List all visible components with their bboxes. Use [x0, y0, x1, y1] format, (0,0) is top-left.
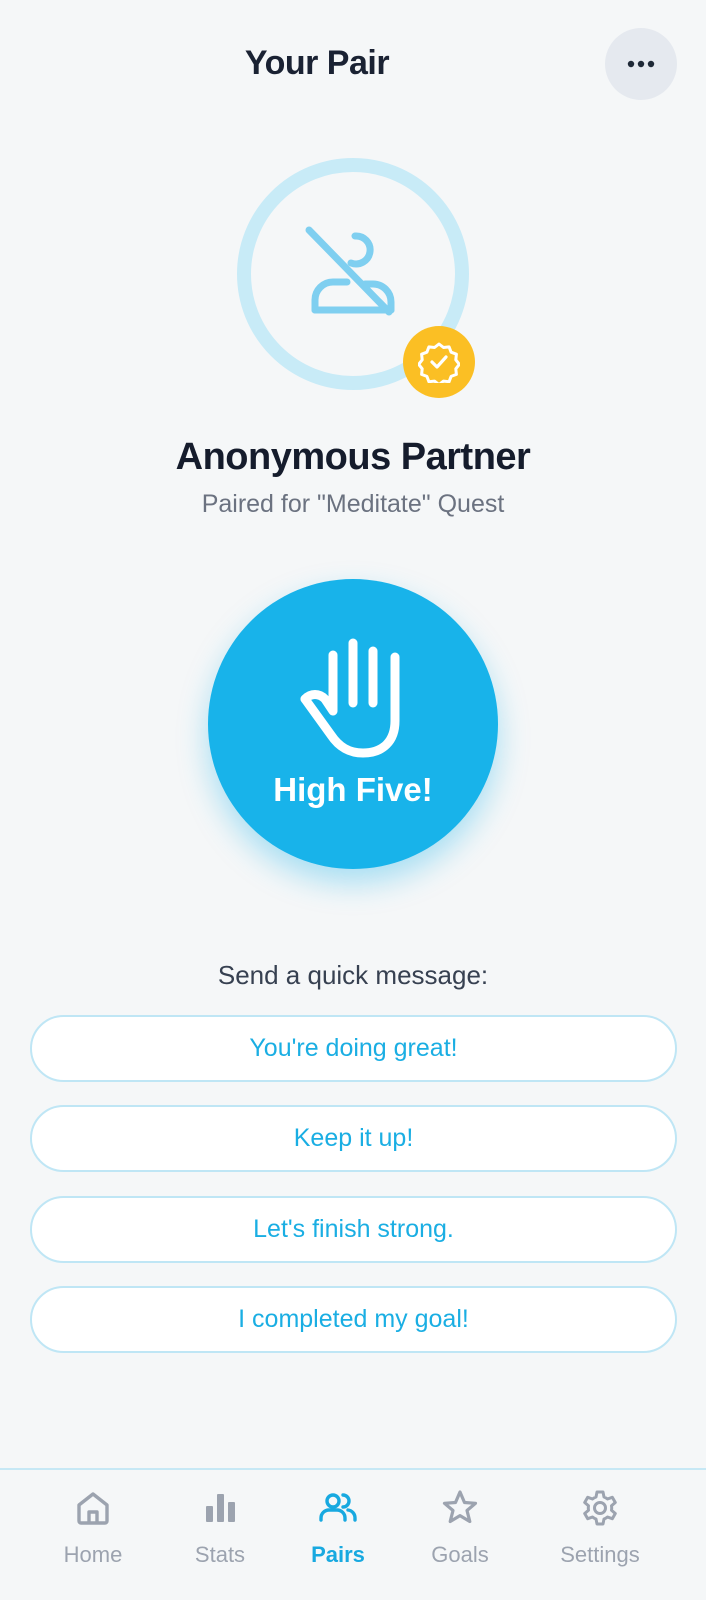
bar-chart-icon	[206, 1494, 235, 1522]
nav-label: Stats	[194, 1542, 246, 1567]
verified-badge-icon	[418, 342, 460, 383]
gear-icon	[583, 1490, 617, 1526]
nav-label: Home	[63, 1542, 123, 1567]
more-options-button[interactable]	[605, 28, 677, 100]
star-icon	[442, 1490, 478, 1524]
users-icon	[319, 1493, 357, 1522]
nav-item-home[interactable]: Home	[50, 1484, 136, 1584]
hand-icon	[300, 638, 400, 758]
nav-item-settings[interactable]: Settings	[550, 1484, 650, 1584]
high-five-label: High Five!	[273, 771, 433, 808]
high-five-button[interactable]: High Five!	[208, 579, 498, 869]
more-horizontal-icon	[627, 60, 655, 68]
nav-item-goals[interactable]: Goals	[418, 1484, 502, 1584]
quick-message-button[interactable]: Keep it up!	[30, 1105, 677, 1172]
quick-message-title: Send a quick message:	[217, 960, 489, 990]
nav-label: Pairs	[311, 1542, 365, 1567]
nav-item-stats[interactable]: Stats	[180, 1484, 260, 1584]
nav-item-pairs[interactable]: Pairs	[298, 1484, 378, 1584]
verified-badge	[403, 326, 475, 398]
home-icon	[77, 1492, 109, 1525]
nav-label: Settings	[560, 1542, 640, 1567]
page-title: Your Pair	[244, 44, 390, 82]
quick-message-button[interactable]: You're doing great!	[30, 1015, 677, 1082]
partner-avatar	[237, 158, 475, 398]
partner-name: Anonymous Partner	[175, 436, 531, 478]
partner-subtitle: Paired for "Meditate" Quest	[201, 490, 505, 518]
nav-label: Goals	[431, 1542, 489, 1567]
user-off-icon	[305, 226, 395, 316]
quick-message-button[interactable]: I completed my goal!	[30, 1286, 677, 1353]
header: Your Pair	[0, 0, 706, 130]
bottom-nav: Home Stats Pairs Goals Settings	[0, 1468, 706, 1600]
quick-message-button[interactable]: Let's finish strong.	[30, 1196, 677, 1263]
